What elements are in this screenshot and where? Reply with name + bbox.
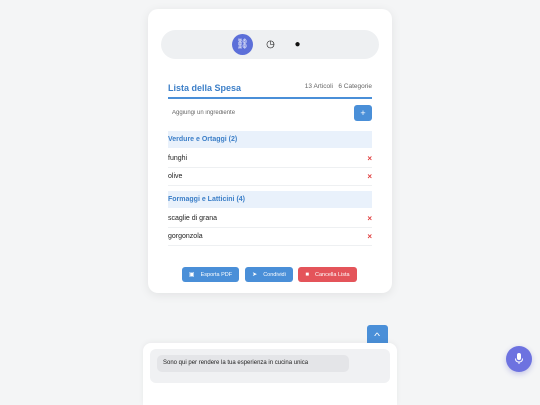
tab-tips[interactable]: ● [287,34,308,55]
add-ingredient-button[interactable]: + [354,105,372,121]
list-counts: 13 Articoli 6 Categorie [305,83,372,90]
list-header: Lista della Spesa 13 Articoli 6 Categori… [168,81,372,99]
item-name: funghi [168,155,188,162]
tab-shopping-list[interactable]: ⛓ [232,34,253,55]
categories-count: 6 Categorie [338,83,372,90]
delete-item-icon[interactable]: × [367,232,372,241]
voice-input-button[interactable] [506,346,532,372]
delete-item-icon[interactable]: × [367,214,372,223]
pdf-icon: ▣ [188,272,195,278]
chat-panel: Sono qui per rendere la tua esperienza i… [143,343,397,405]
list-item: gorgonzola × [168,228,372,246]
list-item: scaglie di grana × [168,210,372,228]
share-label: Condividi [263,271,286,278]
share-icon: ➤ [252,272,258,278]
ingredient-input[interactable] [168,104,348,122]
microphone-icon [515,353,523,364]
chat-area: Sono qui per rendere la tua esperienza i… [150,349,390,383]
category-label: Verdure e Ortaggi (2) [168,136,238,143]
lightbulb-icon: ● [294,39,301,50]
add-ingredient-row: + [168,104,372,124]
list-item: funghi × [168,150,372,168]
clear-list-label: Cancella Lista [315,271,350,278]
delete-item-icon[interactable]: × [367,154,372,163]
chevron-up-icon: ^ [374,330,381,341]
articles-count: 13 Articoli [304,83,333,90]
category-header[interactable]: Verdure e Ortaggi (2) [168,131,372,148]
export-pdf-button[interactable]: ▣ Esporta PDF [182,267,239,282]
basket-icon: ⛓ [236,39,249,50]
trash-icon: ■ [305,271,310,278]
assistant-message: Sono qui per rendere la tua esperienza i… [157,355,349,372]
item-name: olive [168,173,183,180]
shopping-list-card: ⛓ ◷ ● Lista della Spesa 13 Articoli 6 Ca… [148,9,392,293]
view-tab-bar: ⛓ ◷ ● [161,30,379,59]
category-header[interactable]: Formaggi e Latticini (4) [168,191,372,208]
delete-item-icon[interactable]: × [367,172,372,181]
category-label: Formaggi e Latticini (4) [168,196,246,203]
tab-history[interactable]: ◷ [260,34,281,55]
item-name: scaglie di grana [168,215,218,222]
list-item: olive × [168,168,372,186]
item-name: gorgonzola [168,233,203,240]
list-title: Lista della Spesa [168,83,242,93]
clear-list-button[interactable]: ■ Cancella Lista [298,267,357,282]
export-pdf-label: Esporta PDF [200,271,233,278]
share-button[interactable]: ➤ Condividi [245,267,293,282]
clock-icon: ◷ [266,39,275,50]
